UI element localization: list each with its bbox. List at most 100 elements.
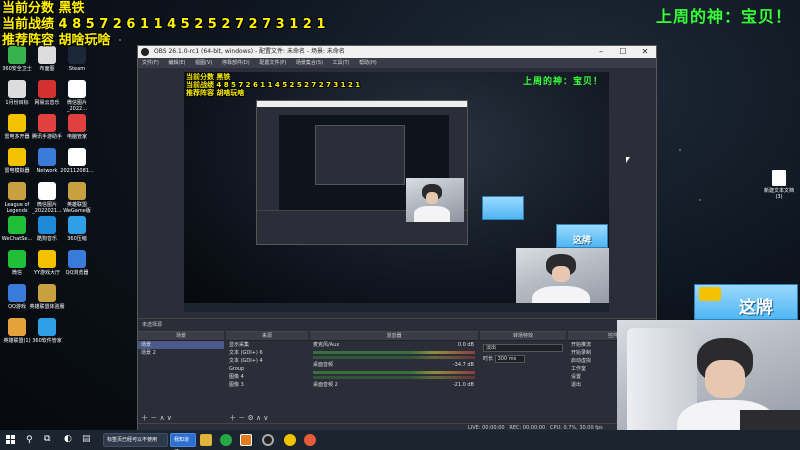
mixer-db: 0.0 dB [457,342,474,348]
desktop-icon-label: 360压缩 [67,236,87,242]
menu-help[interactable]: 帮助(H) [359,60,377,66]
preview-weekly-god: 上周的神：宝贝！ [522,77,603,87]
mouse-cursor-icon [626,157,630,163]
source-item[interactable]: 图像 3 [226,381,308,389]
app-icon [68,148,86,166]
preview-taskbar [184,303,609,312]
taskbar: ⚲ ⧉ ◐ ▤ 标签页已经可以不使用 我知道了 [0,430,800,450]
mixer-dock-title: 混音器 [310,332,478,341]
app-icon [8,284,26,302]
menu-scene-collection[interactable]: 场景集合(S) [296,60,323,66]
current-record: 当前战绩 4 8 5 7 2 6 1 1 4 5 2 5 2 7 2 7 3 1… [2,17,326,32]
ld-player-taskbar-icon[interactable] [284,434,296,446]
desktop-file-icon[interactable]: 新建文本文档(3) [762,170,796,200]
obs-title: OBS 26.1.0-rc1 (64-bit, windows) - 配置文件:… [154,48,345,55]
no-source-label: 未选择源 [142,322,163,328]
notice-ok-button[interactable]: 我知道了 [170,433,196,450]
source-item[interactable]: 文本 (GDI+) 4 [226,357,308,365]
minimize-button[interactable]: – [590,46,612,58]
windows-start-icon[interactable] [6,435,16,445]
desktop-icon-label: 微信图片_2022... [66,100,87,112]
nested-obs-window [256,100,468,245]
stream-overlay: 当前分数 黑铁 当前战绩 4 8 5 7 2 6 1 1 4 5 2 5 2 7… [2,1,325,49]
menu-edit[interactable]: 编辑(E) [168,60,185,66]
desktop-icon-label: Steam [68,66,86,72]
source-dock-buttons[interactable]: ＋ － ⚙ ∧ ∨ [229,413,268,423]
app-icon [38,182,56,200]
app-icon [8,250,26,268]
menu-view[interactable]: 视图(V) [195,60,212,66]
transitions-dock-title: 转场特效 [480,332,566,341]
menu-tools[interactable]: 工具(T) [333,60,350,66]
folder-icon[interactable] [200,434,212,446]
desktop-icon[interactable]: QQ浏览器 [58,250,96,276]
close-button[interactable]: ✕ [634,46,656,58]
obs-preview[interactable]: 当前分数 黑铁 当前战绩 4 8 5 7 2 6 1 1 4 5 2 5 2 7… [184,72,609,312]
source-item[interactable]: 图像 4 [226,373,308,381]
recommended-lineup: 推荐阵容 胡啥玩啥 [2,33,111,48]
obs-window[interactable]: OBS 26.1.0-rc1 (64-bit, windows) - 配置文件:… [137,45,658,433]
audio-meter[interactable] [313,351,475,354]
volume-slider[interactable] [313,356,475,359]
stream-banner-text: 这牌 [739,298,773,318]
maximize-button[interactable]: ☐ [612,46,634,58]
sources-dock[interactable]: 来源 显示采集 文本 (GDI+) 6 文本 (GDI+) 4 Group 图像… [226,331,308,425]
desktop-icon[interactable]: 360软件管家 [28,318,66,344]
preview-score: 当前分数 黑铁 [186,73,231,81]
menu-profile[interactable]: 配置文件(P) [259,60,286,66]
app-orange-icon[interactable] [240,434,252,446]
audio-meter[interactable] [313,371,475,374]
desktop-icon[interactable]: 360压缩 [58,216,96,242]
app-icon [68,216,86,234]
task-view-icon[interactable]: ⧉ [44,434,50,444]
notice-toast: 标签页已经可以不使用 [103,433,168,447]
app-icon [68,182,86,200]
desktop-icon-label: 英雄联盟体验服 [29,304,65,310]
search-icon[interactable]: ⚲ [26,435,33,445]
mixer-channel-name: 桌面音频 2 -21.0 dB [313,382,474,388]
app-icon [8,182,26,200]
file-explorer-icon[interactable]: ▤ [82,434,91,444]
desktop-icon[interactable]: 英雄联盟体验服 [28,284,66,310]
desktop-icon[interactable]: Steam [58,46,96,72]
edge-icon[interactable]: ◐ [64,434,72,444]
app-icon [8,318,26,336]
desktop-background: 360安全卫士 1月份目标 雷电多开器 雷电模拟器 League of Legends W… [0,0,800,450]
chrome-icon[interactable] [220,434,232,446]
mixer-dock[interactable]: 混音器 麦克风/Aux 0.0 dB 桌面音频 -34.7 dB 桌面音频 2 … [310,331,478,425]
weekly-god-text: 上周的神：宝贝！ [655,7,792,26]
desktop-icon-label: 202112081... [60,168,94,174]
app-icon [38,114,56,132]
desktop-icon[interactable]: 202112081... [58,148,96,174]
desktop-icon[interactable]: 英雄联盟WeGame版 [58,182,96,214]
app-icon [8,148,26,166]
app-icon [38,284,56,302]
preview-banner: 这牌 [556,224,608,248]
menu-docks[interactable]: 停靠部件(D) [222,60,250,66]
app-icon [8,216,26,234]
source-item[interactable]: Group [226,365,308,373]
menu-file[interactable]: 文件(F) [142,60,159,66]
transitions-dock[interactable]: 转场特效 淡出 时长 300 ms [480,331,566,425]
app-icon [68,114,86,132]
desktop-icon[interactable]: 电脑管家 [58,114,96,140]
mixer-channel-name: 麦克风/Aux 0.0 dB [313,342,474,348]
app-icon [38,80,56,98]
scene-item[interactable]: 场景 [138,341,224,349]
transition-duration-row: 时长 300 ms [480,355,566,363]
scenes-dock[interactable]: 场景 场景 场景 2 ＋ － ∧ ∨ [138,331,224,425]
mixer-channel-name: 桌面音频 -34.7 dB [313,362,474,368]
app-icon [68,80,86,98]
volume-slider[interactable] [313,376,475,379]
duration-input[interactable]: 300 ms [494,355,526,363]
transition-select[interactable]: 淡出 [483,344,563,352]
scene-item[interactable]: 场景 2 [138,349,224,357]
obs-taskbar-icon[interactable] [262,434,274,446]
source-item[interactable]: 文本 (GDI+) 6 [226,349,308,357]
desktop-icon-label: 英雄联盟WeGame版 [63,202,91,214]
app-icon [68,250,86,268]
browser-taskbar-icon[interactable] [304,434,316,446]
source-item[interactable]: 显示采集 [226,341,308,349]
desktop-icon[interactable]: 微信图片_2022... [58,80,96,112]
scene-dock-buttons[interactable]: ＋ － ∧ ∨ [141,413,172,423]
